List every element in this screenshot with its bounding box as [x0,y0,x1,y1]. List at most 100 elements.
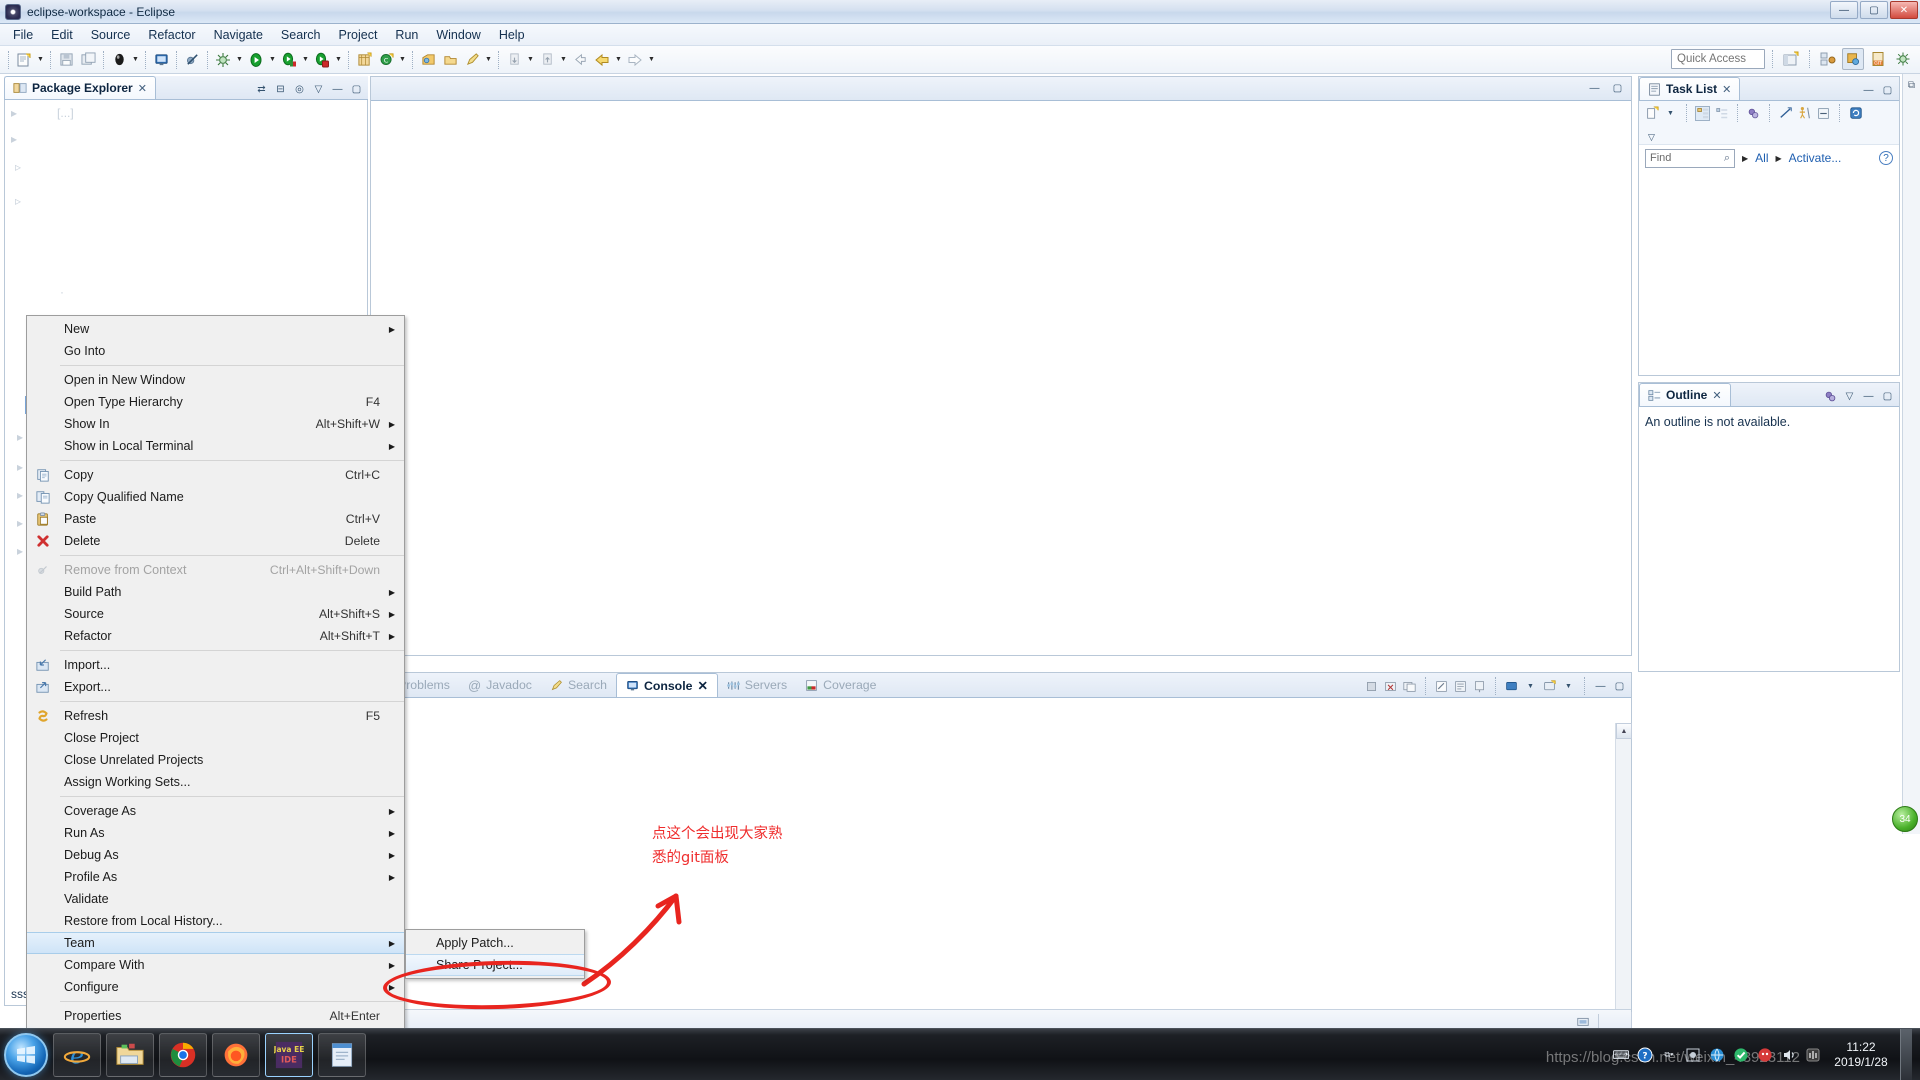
view-menu-icon[interactable]: ▽ [1644,130,1659,145]
taskbar-internet-explorer-icon[interactable]: e [53,1032,101,1077]
menu-item-refactor[interactable]: Refactor Alt+Shift+T ▶ [27,625,404,647]
menu-item-configure[interactable]: Configure ▶ [27,976,404,998]
new-annotation-icon[interactable] [353,49,375,71]
menu-project[interactable]: Project [330,26,387,44]
menu-item-show-in[interactable]: Show In Alt+Shift+W ▶ [27,413,404,435]
editor-area[interactable]: — ▢ [370,76,1632,656]
submenu-item-apply-patch[interactable]: Apply Patch... [406,932,584,954]
taskbar-firefox-icon[interactable] [212,1032,260,1077]
open-type-dropdown-icon[interactable]: ▼ [397,49,408,71]
external-tools-icon[interactable] [311,49,333,71]
toggle-mark-occurrences-icon[interactable] [108,49,130,71]
maximize-icon[interactable]: ▢ [1612,679,1627,694]
menu-item-restore-from-local-history[interactable]: Restore from Local History... [27,910,404,932]
find-search-icon[interactable]: ⌕ [1724,152,1730,165]
console-scrollbar[interactable]: ▲ ▼ [1615,723,1632,1028]
skip-breakpoints-icon[interactable] [181,49,203,71]
save-icon[interactable] [55,49,77,71]
clear-console-icon[interactable] [1434,679,1449,694]
git-perspective-icon[interactable]: GIT [1867,48,1889,70]
menu-item-go-into[interactable]: Go Into [27,340,404,362]
minimize-icon[interactable]: — [1861,389,1876,404]
next-annotation-dropdown-icon[interactable]: ▼ [525,49,536,71]
scroll-up-button[interactable]: ▲ [1616,723,1632,739]
previous-annotation-icon[interactable] [536,49,558,71]
close-icon[interactable]: ✕ [697,679,707,693]
show-desktop-button[interactable] [1900,1029,1912,1080]
tree-row[interactable]: ▸ [17,544,23,558]
last-edit-location-icon[interactable] [569,49,591,71]
menu-item-export[interactable]: Export... [27,676,404,698]
focus-icon[interactable] [1823,389,1838,404]
tree-row[interactable]: ▸ [17,488,23,502]
open-console-dropdown-icon[interactable]: ▼ [1561,679,1576,694]
next-annotation-icon[interactable] [503,49,525,71]
menu-source[interactable]: Source [82,26,140,44]
terminate-icon[interactable] [1364,679,1379,694]
tree-row[interactable]: ▸ [17,516,23,530]
run-coverage-icon[interactable] [278,49,300,71]
display-console-dropdown-icon[interactable]: ▼ [1523,679,1538,694]
menu-window[interactable]: Window [427,26,489,44]
search-dropdown-icon[interactable]: ▼ [483,49,494,71]
restore-view-icon[interactable]: ⧉ [1903,80,1920,91]
remove-launch-icon[interactable] [1383,679,1398,694]
menu-item-debug-as[interactable]: Debug As ▶ [27,844,404,866]
scheduled-presentation-icon[interactable] [1714,106,1729,121]
tree-row[interactable]: ▸ [17,430,23,444]
start-orb-icon[interactable] [4,1032,48,1077]
open-task-icon[interactable] [417,49,439,71]
tree-row[interactable]: ▸ [17,460,23,474]
show-hidden-icons-icon[interactable]: ⧉▾ [1660,1046,1678,1064]
menu-item-show-in-local-terminal[interactable]: Show in Local Terminal ▶ [27,435,404,457]
menu-item-coverage-as[interactable]: Coverage As ▶ [27,800,404,822]
menu-item-close-project[interactable]: Close Project [27,727,404,749]
tab-javadoc[interactable]: @ Javadoc [459,673,541,697]
menu-search[interactable]: Search [272,26,330,44]
minimize-icon[interactable]: — [1593,679,1608,694]
network-icon[interactable] [1708,1046,1726,1064]
menu-item-new[interactable]: New ▶ [27,318,404,340]
minimize-button[interactable]: — [1830,1,1858,19]
menu-navigate[interactable]: Navigate [205,26,272,44]
menu-item-source[interactable]: Source Alt+Shift+S ▶ [27,603,404,625]
tab-servers[interactable]: Servers [718,673,796,697]
action-center-icon[interactable] [1684,1046,1702,1064]
menu-item-refresh[interactable]: Refresh F5 [27,705,404,727]
close-button[interactable]: ✕ [1890,1,1918,19]
collapse-all-icon[interactable]: ⊟ [273,82,288,97]
back-icon[interactable] [591,49,613,71]
walkthrough-icon[interactable] [1797,106,1812,121]
activate-filter-arrow-icon[interactable]: ▶ [1776,154,1782,163]
menu-item-copy-qualified-name[interactable]: Copy Qualified Name [27,486,404,508]
save-all-icon[interactable] [77,49,99,71]
mark-occurrences-dropdown-icon[interactable]: ▼ [130,49,141,71]
coverage-dropdown-icon[interactable]: ▼ [300,49,311,71]
minimize-icon[interactable]: — [330,82,345,97]
tab-package-explorer[interactable]: Package Explorer ✕ [4,76,156,99]
menu-item-open-type-hierarchy[interactable]: Open Type Hierarchy F4 [27,391,404,413]
scroll-lock-icon[interactable] [1453,679,1468,694]
focus-on-workweek-icon[interactable] [1746,106,1761,121]
find-input[interactable]: Find ⌕ [1645,148,1735,168]
antivirus-icon[interactable] [1732,1046,1750,1064]
debug-icon[interactable] [212,49,234,71]
filter-activate-link[interactable]: Activate... [1789,151,1842,165]
menu-item-import[interactable]: Import... [27,654,404,676]
pin-console-icon[interactable] [1472,679,1487,694]
view-menu-icon[interactable]: ▽ [1842,389,1857,404]
refresh-icon[interactable] [1848,106,1863,121]
menu-run[interactable]: Run [386,26,427,44]
menu-item-copy[interactable]: Copy Ctrl+C [27,464,404,486]
run-dropdown-icon[interactable]: ▼ [267,49,278,71]
back-dropdown-icon[interactable]: ▼ [613,49,624,71]
link-with-editor-icon[interactable]: ⇄ [254,82,269,97]
all-filter-arrow-icon[interactable]: ▶ [1742,154,1748,163]
maximize-icon[interactable]: ▢ [1880,83,1895,98]
taskbar-notepad-icon[interactable] [318,1032,366,1077]
tree-row[interactable]: ▹ [15,160,21,174]
wechat-icon[interactable] [1756,1046,1774,1064]
tab-console[interactable]: Console ✕ [615,673,718,697]
project-context-menu[interactable]: New ▶ Go Into Open in New Window Open Ty… [26,315,405,1030]
java-perspective-icon[interactable] [1817,48,1839,70]
